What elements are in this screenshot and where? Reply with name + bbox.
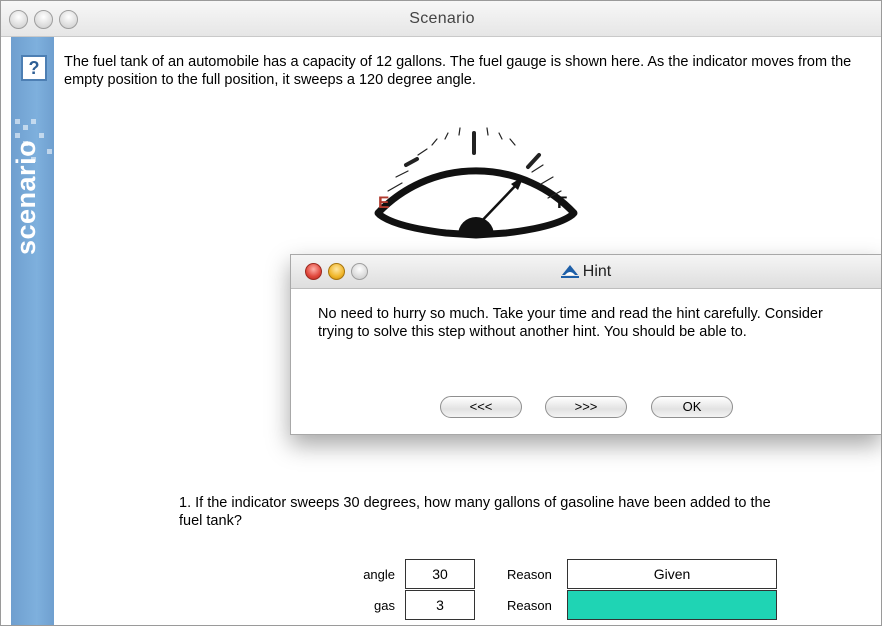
scenario-logo: scenario [11,139,41,255]
gas-value-cell[interactable]: 3 [405,590,475,620]
hint-message: No need to hurry so much. Take your time… [318,306,823,340]
hint-app-icon [560,265,579,278]
angle-reason-label: Reason [507,567,552,582]
hint-title: Hint [291,263,881,281]
gas-reason-cell[interactable] [567,590,777,620]
scenario-window: Scenario ? scenario The fuel tank of an … [0,0,882,626]
sidebar [11,37,54,625]
question-1: 1. If the indicator sweeps 30 degrees, h… [179,495,771,529]
full-label: F [557,193,567,212]
window-title: Scenario [409,10,475,27]
angle-value-cell[interactable]: 30 [405,559,475,589]
empty-label: E [378,193,389,212]
angle-reason-cell[interactable]: Given [567,559,777,589]
title-bar: Scenario [1,1,881,37]
ok-button[interactable]: OK [651,396,733,418]
problem-statement: The fuel tank of an automobile has a cap… [64,54,852,88]
gas-label: gas [374,598,395,613]
fuel-gauge: E F [374,127,578,239]
next-hint-button[interactable]: >>> [545,396,627,418]
hint-dialog: Hint No need to hurry so much. Take your… [290,254,881,435]
help-button[interactable]: ? [21,55,47,81]
gas-reason-label: Reason [507,598,552,613]
hint-title-text: Hint [582,263,612,280]
angle-label: angle [363,567,395,582]
previous-hint-button[interactable]: <<< [440,396,522,418]
hint-title-bar: Hint [291,255,881,289]
